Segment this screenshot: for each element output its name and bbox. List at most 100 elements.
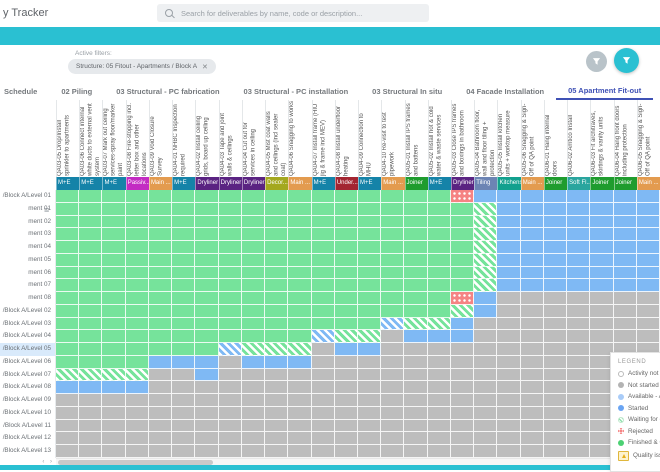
grid-cell[interactable] (172, 228, 196, 241)
grid-cell[interactable] (543, 406, 568, 420)
grid-cell[interactable] (474, 215, 498, 229)
grid-cell[interactable] (497, 215, 521, 229)
grid-cell[interactable] (125, 381, 149, 394)
grid-cell[interactable] (241, 304, 266, 318)
grid-cell[interactable] (381, 368, 405, 382)
grid-cell[interactable] (218, 215, 242, 229)
grid-cell[interactable] (311, 215, 335, 229)
grid-cell[interactable] (520, 292, 544, 305)
grid-cell[interactable] (288, 381, 312, 394)
grid-cell[interactable] (102, 355, 126, 369)
grid-cell[interactable] (79, 330, 103, 343)
grid-cell[interactable] (543, 202, 568, 216)
grid-cell[interactable] (567, 406, 591, 420)
grid-cell[interactable] (358, 381, 382, 394)
column-header-qa05-04[interactable]: QA05-04 Bathroom floor, wall and floor t… (474, 100, 497, 177)
grid-cell[interactable] (195, 330, 219, 343)
grid-cell[interactable] (102, 292, 126, 305)
grid-cell[interactable] (497, 445, 521, 458)
grid-cell[interactable] (79, 445, 103, 458)
grid-cell[interactable] (358, 279, 382, 292)
grid-cell[interactable] (404, 330, 428, 343)
grid-cell[interactable] (404, 266, 428, 280)
row-label[interactable]: /Block A/Level 08 (0, 381, 56, 394)
column-header-qa05-02[interactable]: QA05-02 Install hot & cold water & waste… (427, 100, 451, 177)
grid-cell[interactable] (450, 190, 475, 203)
grid-cell[interactable] (288, 406, 312, 420)
grid-cell[interactable] (172, 394, 196, 407)
grid-cell[interactable] (334, 394, 358, 407)
grid-cell[interactable] (102, 330, 126, 343)
grid-cell[interactable] (288, 330, 312, 343)
grid-cell[interactable] (520, 445, 544, 458)
column-header-qa03-09[interactable]: QA03-09 Void Closure Survey (148, 100, 172, 177)
grid-cell[interactable] (218, 419, 242, 433)
row-label[interactable]: ment 02 (0, 215, 56, 229)
grid-cell[interactable] (265, 253, 289, 267)
column-header-qa04-03[interactable]: QA04-03 Tape and joint walls & ceilings (218, 100, 242, 177)
grid-cell[interactable] (543, 368, 568, 382)
grid-cell[interactable] (265, 190, 289, 203)
grid-cell[interactable] (265, 406, 289, 420)
grid-cell[interactable] (148, 330, 173, 343)
grid-cell[interactable] (241, 279, 266, 292)
grid-cell[interactable] (195, 190, 219, 203)
grid-cell[interactable] (474, 355, 498, 369)
grid-cell[interactable] (148, 406, 173, 420)
grid-cell[interactable] (56, 381, 80, 394)
grid-cell[interactable] (497, 317, 521, 331)
grid-cell[interactable] (427, 330, 451, 343)
grid-cell[interactable] (79, 228, 103, 241)
grid-cell[interactable] (172, 292, 196, 305)
grid-cell[interactable] (79, 317, 103, 331)
grid-cell[interactable] (288, 266, 312, 280)
grid-cell[interactable] (404, 419, 428, 433)
grid-cell[interactable] (427, 190, 451, 203)
grid-cell[interactable] (497, 279, 521, 292)
grid-cell[interactable] (334, 253, 358, 267)
grid-cell[interactable] (543, 304, 568, 318)
grid-cell[interactable] (241, 202, 266, 216)
grid-cell[interactable] (381, 445, 405, 458)
grid-cell[interactable] (474, 432, 498, 445)
grid-cell[interactable] (543, 394, 568, 407)
column-header-qa06-02[interactable]: QA06-02 Amtico Install (567, 100, 590, 177)
grid-cell[interactable] (474, 279, 498, 292)
grid-cell[interactable] (450, 419, 475, 433)
grid-cell[interactable] (265, 330, 289, 343)
tab-schedule[interactable]: Schedule (0, 82, 49, 100)
grid-cell[interactable] (358, 317, 382, 331)
row-label[interactable]: ment 01 (0, 202, 56, 216)
grid-cell[interactable] (56, 419, 80, 433)
grid-cell[interactable] (613, 292, 637, 305)
grid-cell[interactable] (497, 304, 521, 318)
grid-cell[interactable] (311, 381, 335, 394)
grid-cell[interactable] (148, 445, 173, 458)
grid-cell[interactable] (543, 343, 568, 356)
grid-cell[interactable] (334, 355, 358, 369)
grid-cell[interactable] (172, 202, 196, 216)
grid-cell[interactable] (195, 419, 219, 433)
grid-cell[interactable] (148, 432, 173, 445)
grid-cell[interactable] (79, 215, 103, 229)
grid-cell[interactable] (520, 343, 544, 356)
grid-cell[interactable] (613, 215, 637, 229)
grid-cell[interactable] (497, 432, 521, 445)
grid-cell[interactable] (148, 304, 173, 318)
grid-cell[interactable] (334, 292, 358, 305)
grid-cell[interactable] (125, 215, 149, 229)
grid-cell[interactable] (567, 445, 591, 458)
grid-cell[interactable] (148, 355, 173, 369)
grid-cell[interactable] (288, 292, 312, 305)
grid-cell[interactable] (358, 419, 382, 433)
grid-cell[interactable] (311, 266, 335, 280)
grid-cell[interactable] (543, 190, 568, 203)
filter-button[interactable] (614, 48, 639, 73)
grid-cell[interactable] (381, 202, 405, 216)
grid-cell[interactable] (381, 279, 405, 292)
grid-cell[interactable] (543, 419, 568, 433)
row-label[interactable]: ment 03 (0, 228, 56, 241)
row-label[interactable]: /Block A/Level 06 (0, 355, 56, 369)
grid-cell[interactable] (218, 355, 242, 369)
grid-cell[interactable] (497, 266, 521, 280)
